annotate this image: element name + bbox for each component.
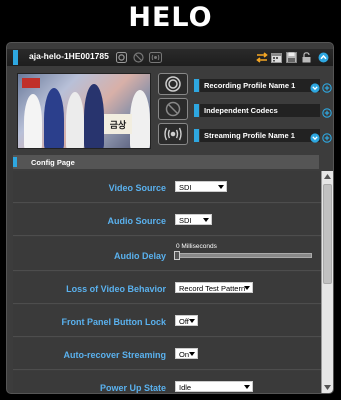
audio-delay-slider[interactable]: [174, 253, 312, 258]
add-profile-icon[interactable]: [322, 80, 332, 93]
recording-profile-select[interactable]: Recording Profile Name 1: [194, 79, 333, 93]
config-row-audio-source: Audio Source SDI: [13, 204, 321, 236]
config-label: Video Source: [108, 183, 166, 193]
scroll-down-icon[interactable]: [322, 382, 333, 393]
config-row-video-source: Video Source SDI: [13, 171, 321, 203]
broadcast-logo: [22, 78, 40, 88]
config-row-button-lock: Front Panel Button Lock Off: [13, 305, 321, 337]
device-panel: aja-helo-1HE001785 금상 Recording Profile …: [6, 42, 334, 394]
loss-of-video-select[interactable]: Record Test Pattern: [175, 282, 253, 293]
slider-handle[interactable]: [174, 251, 180, 260]
stream-status-icon[interactable]: [149, 51, 162, 63]
config-list: Video Source SDI Audio Source SDI Audio …: [13, 171, 321, 393]
config-label: Auto-recover Streaming: [63, 350, 166, 360]
chevron-down-icon[interactable]: [310, 130, 320, 143]
config-row-loss-of-video: Loss of Video Behavior Record Test Patte…: [13, 272, 321, 304]
codec-profile-label: Independent Codecs: [200, 104, 320, 117]
unlock-icon[interactable]: [300, 51, 313, 63]
audio-delay-value: 0 Milliseconds: [176, 243, 217, 250]
auto-recover-select[interactable]: On: [175, 348, 198, 359]
button-lock-select[interactable]: Off: [175, 315, 198, 326]
codec-button[interactable]: [158, 98, 188, 120]
video-source-select[interactable]: SDI: [175, 181, 227, 192]
device-name: aja-helo-1HE001785: [29, 51, 109, 61]
record-button[interactable]: [158, 73, 188, 95]
dropdown-arrow-icon: [189, 319, 195, 323]
codec-profile-select[interactable]: Independent Codecs: [194, 104, 333, 118]
save-icon[interactable]: [285, 51, 298, 63]
record-status-icon[interactable]: [115, 51, 128, 63]
config-label: Loss of Video Behavior: [66, 284, 166, 294]
codec-status-icon[interactable]: [132, 51, 145, 63]
streaming-profile-select[interactable]: Streaming Profile Name 1: [194, 129, 333, 143]
dropdown-arrow-icon: [244, 286, 250, 290]
add-stream-profile-icon[interactable]: [322, 130, 332, 143]
streaming-profile-label: Streaming Profile Name 1: [200, 129, 320, 142]
device-accent-bar: [13, 50, 18, 65]
config-page-title: Config Page: [31, 158, 75, 167]
config-label: Audio Delay: [113, 251, 166, 261]
dropdown-arrow-icon: [244, 385, 250, 389]
add-codec-icon[interactable]: [322, 105, 332, 118]
recording-profile-label: Recording Profile Name 1: [200, 79, 320, 92]
audio-source-select[interactable]: SDI: [175, 214, 212, 225]
thumbnail-sign: 금상: [104, 114, 132, 134]
dropdown-arrow-icon: [189, 352, 195, 356]
config-row-audio-delay: Audio Delay 0 Milliseconds: [13, 237, 321, 271]
dropdown-arrow-icon: [218, 185, 224, 189]
collapse-icon[interactable]: [317, 51, 330, 63]
scroll-thumb[interactable]: [323, 184, 332, 284]
config-scrollbar[interactable]: [321, 171, 333, 393]
app-title: HELO: [128, 1, 213, 33]
config-section-header[interactable]: Config Page: [13, 155, 319, 169]
config-row-auto-recover: Auto-recover Streaming On: [13, 338, 321, 370]
config-label: Front Panel Button Lock: [61, 317, 167, 327]
video-thumbnail: 금상: [17, 73, 151, 149]
swap-icon[interactable]: [255, 51, 268, 63]
schedule-icon[interactable]: [270, 51, 283, 63]
stream-button[interactable]: [158, 123, 188, 145]
device-header: aja-helo-1HE001785: [7, 49, 333, 66]
scroll-up-icon[interactable]: [322, 171, 333, 182]
config-row-power-up: Power Up State Idle: [13, 371, 321, 393]
chevron-down-icon[interactable]: [310, 80, 320, 93]
config-label: Audio Source: [107, 216, 166, 226]
config-label: Power Up State: [99, 383, 166, 393]
dropdown-arrow-icon: [203, 218, 209, 222]
power-up-select[interactable]: Idle: [175, 381, 253, 392]
